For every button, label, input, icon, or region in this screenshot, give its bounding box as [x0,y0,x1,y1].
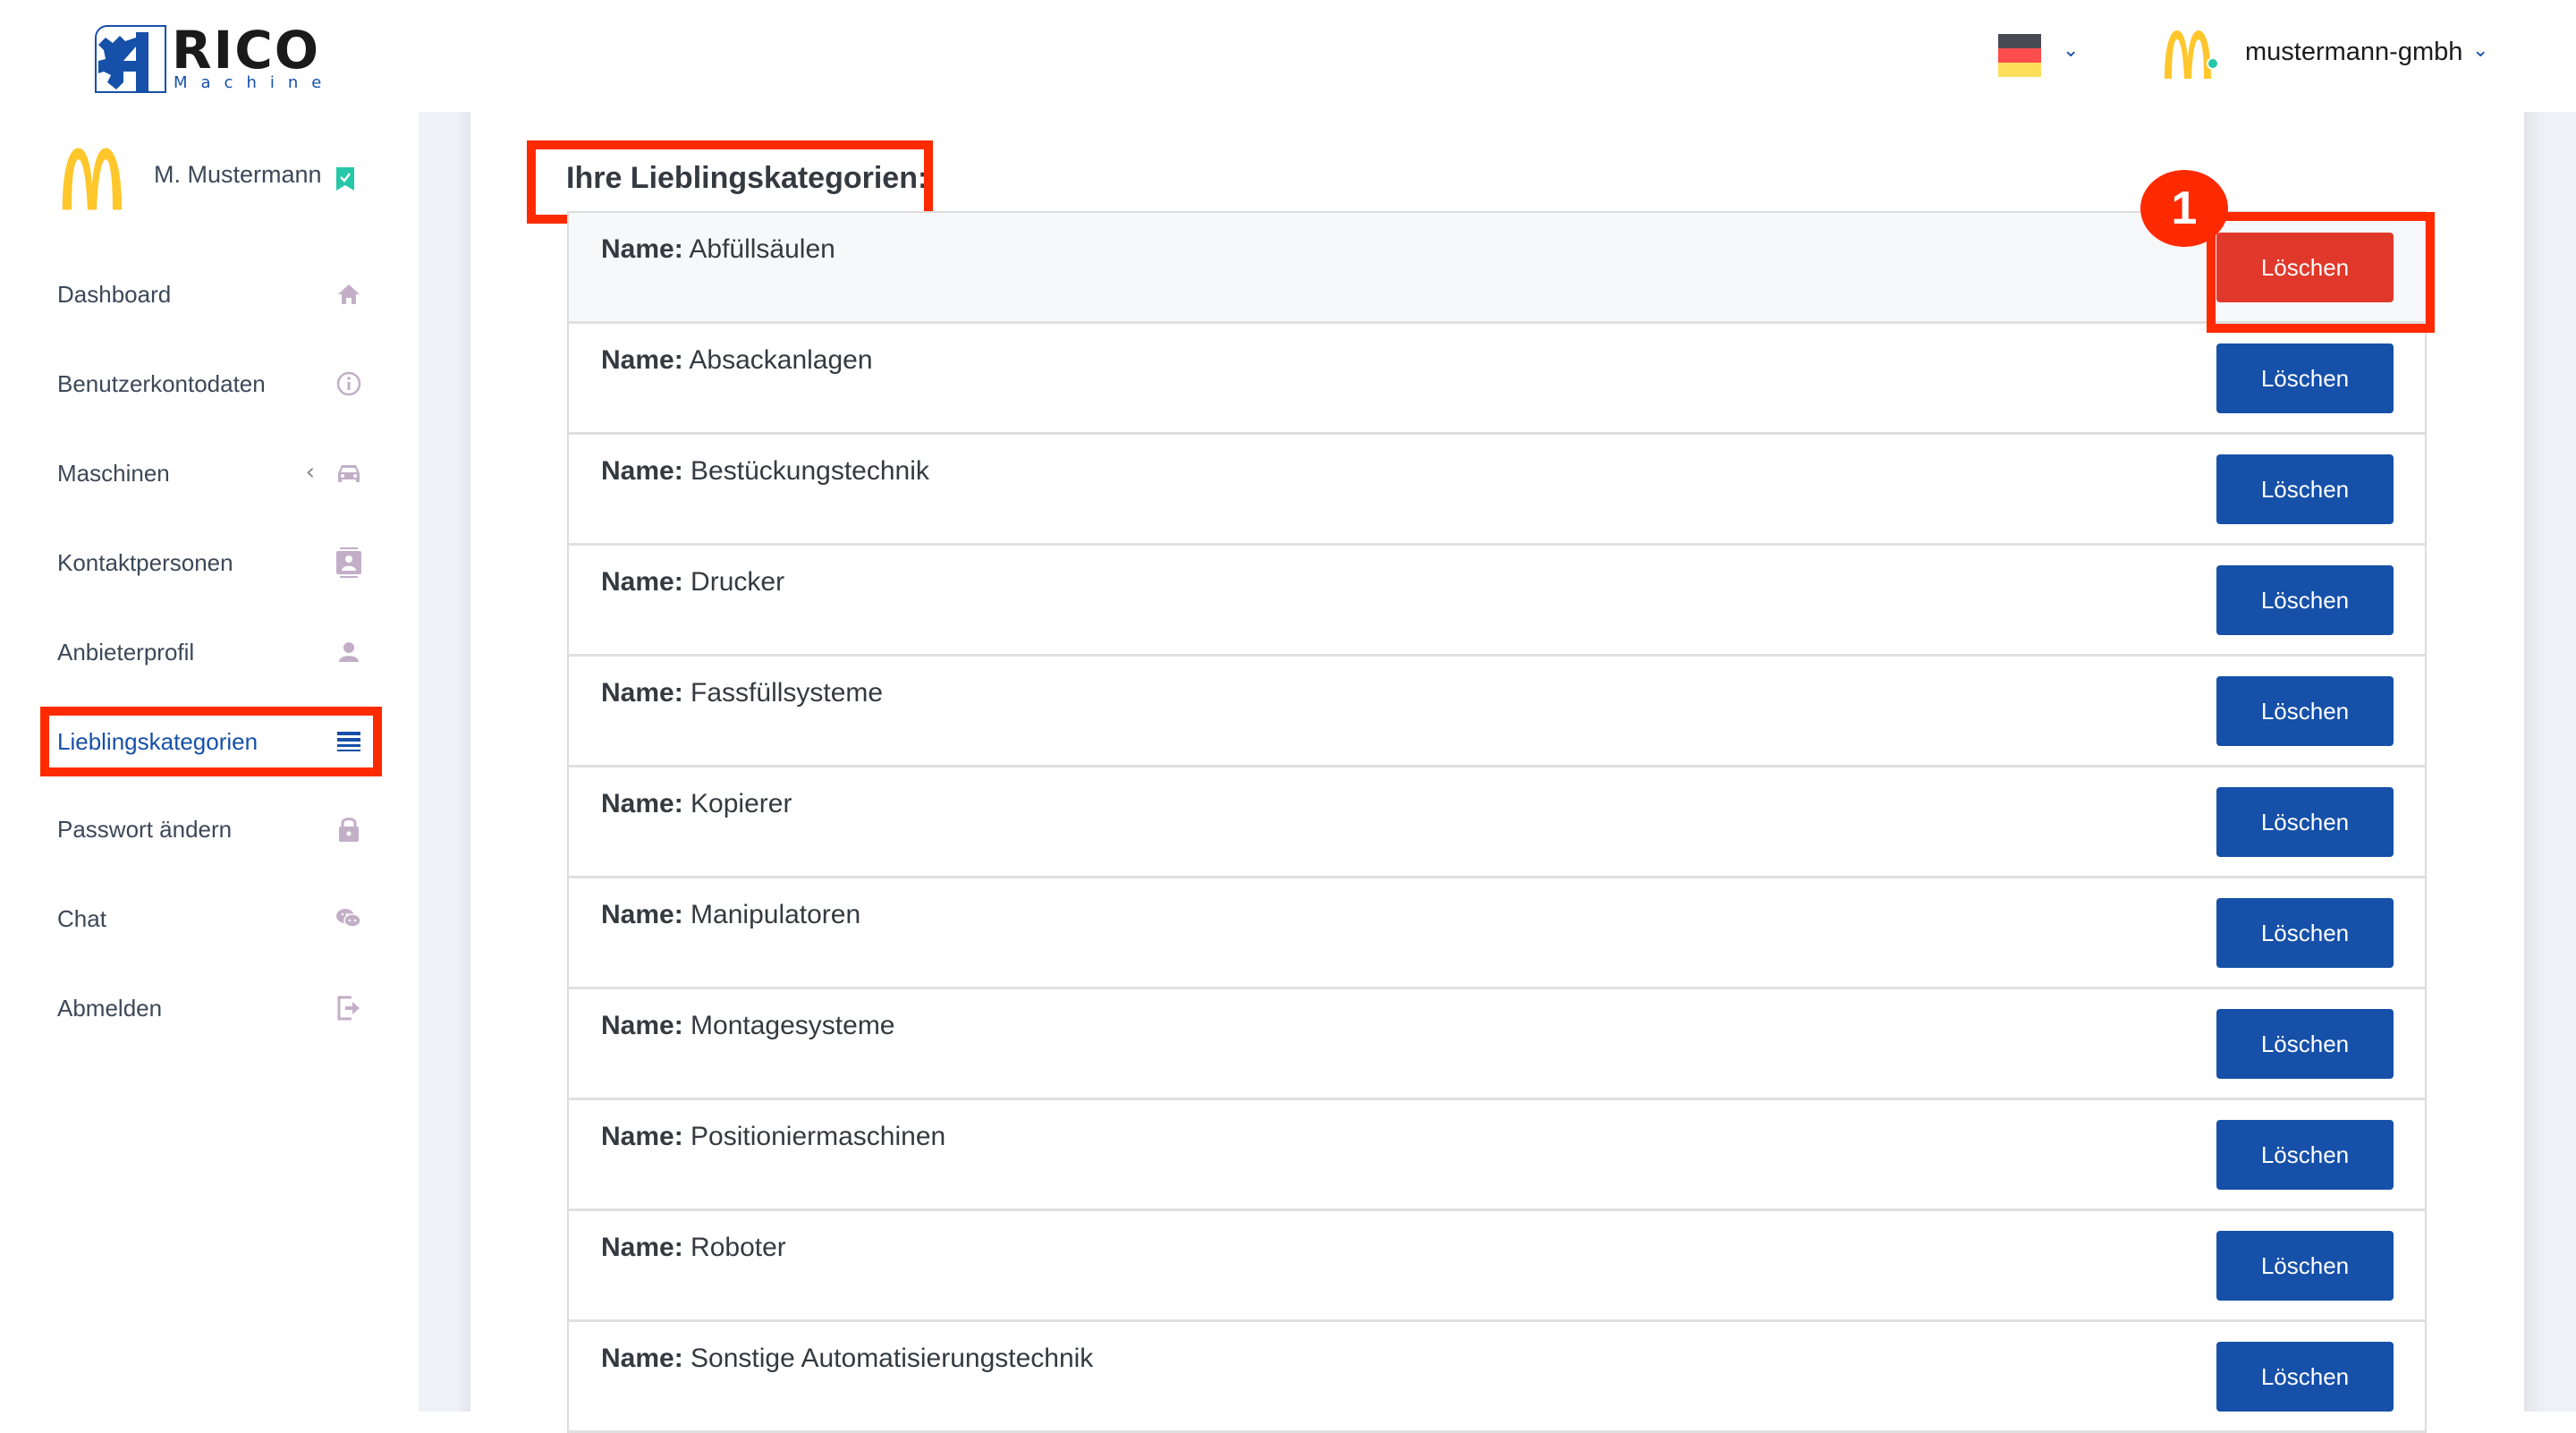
category-name: Sonstige Automatisierungstechnik [691,1344,1094,1373]
info-icon [336,371,361,396]
sidebar-item-label: Kontaktpersonen [57,548,233,576]
annotation-highlight-delete-button [2207,212,2435,333]
category-label: Name: Positioniermaschinen [601,1122,945,1152]
car-icon [336,461,361,486]
delete-category-button[interactable]: Löschen [2216,1009,2394,1079]
sidebar-item-label: Passwort ändern [57,815,233,843]
delete-category-button[interactable]: Löschen [2216,1342,2394,1412]
category-label: Name: Abfüllsäulen [601,234,835,265]
account-name[interactable]: mustermann-gmbh [2245,38,2462,67]
category-label: Name: Bestückungstechnik [601,456,929,487]
category-row: Name: Montagesysteme Löschen [569,989,2425,1100]
favorite-categories-list: Name: Abfüllsäulen Löschen Name: Absacka… [567,211,2427,1433]
logout-icon [336,996,361,1021]
name-prefix: Name: [601,345,683,375]
category-name: Fassfüllsysteme [691,678,884,708]
sidebar-item-anbieterprofil[interactable]: Anbieterprofil [57,625,361,679]
category-label: Name: Sonstige Automatisierungstechnik [601,1344,1093,1374]
content-gutter-right [2524,112,2576,1412]
category-row: Name: Drucker Löschen [569,546,2425,657]
category-row: Name: Positioniermaschinen Löschen [569,1100,2425,1211]
name-prefix: Name: [601,567,683,597]
delete-category-button[interactable]: Löschen [2216,1120,2394,1190]
sidebar-item-kontaktpersonen[interactable]: Kontaktpersonen [57,536,361,589]
sidebar-item-abmelden[interactable]: Abmelden [57,981,361,1035]
sidebar-item-maschinen[interactable]: Maschinen ‹ [57,446,361,500]
category-name: Manipulatoren [691,900,861,929]
category-row: Name: Roboter Löschen [569,1211,2425,1322]
delete-category-button[interactable]: Löschen [2216,1231,2394,1301]
name-prefix: Name: [601,1233,683,1262]
category-name: Absackanlagen [689,345,873,375]
category-name: Roboter [691,1233,786,1262]
sidebar-item-label: Chat [57,904,106,932]
category-name: Montagesysteme [691,1011,895,1040]
annotation-step-badge: 1 [2140,170,2228,247]
name-prefix: Name: [601,456,683,486]
sidebar-item-label: Anbieterprofil [57,638,195,666]
top-bar: RICO Machine ⌄ mustermann-gmbh ⌄ [0,0,2576,112]
sidebar-item-passwort-aendern[interactable]: Passwort ändern [57,802,361,856]
category-label: Name: Absackanlagen [601,345,873,376]
sidebar-item-label: Benutzerkontodaten [57,369,266,397]
sidebar-item-chat[interactable]: Chat [57,892,361,945]
name-prefix: Name: [601,678,683,708]
sidebar-item-dashboard[interactable]: Dashboard [57,267,361,321]
category-label: Name: Montagesysteme [601,1011,895,1041]
sidebar-item-label: Dashboard [57,280,172,308]
delete-category-button[interactable]: Löschen [2216,676,2394,746]
sidebar-item-benutzerkontodaten[interactable]: Benutzerkontodaten [57,357,361,411]
category-row: Name: Abfüllsäulen Löschen [569,213,2425,324]
logo[interactable]: RICO Machine [95,20,321,95]
name-prefix: Name: [601,900,683,929]
category-row: Name: Manipulatoren Löschen [569,878,2425,989]
lock-icon [336,817,361,842]
annotation-highlight-sidebar [40,707,382,776]
logo-wordmark: RICO [172,20,321,81]
name-prefix: Name: [601,789,683,818]
contact-card-icon [336,547,361,578]
chat-icon [336,906,361,931]
name-prefix: Name: [601,1122,683,1151]
category-name: Bestückungstechnik [691,456,929,486]
profile-name: M. Mustermann [154,161,322,188]
home-icon [336,282,361,307]
category-label: Name: Manipulatoren [601,900,860,930]
category-label: Name: Kopierer [601,789,792,819]
verified-bookmark-icon [336,167,354,191]
name-prefix: Name: [601,234,683,264]
category-name: Abfüllsäulen [689,234,835,264]
chevron-down-icon[interactable]: ⌄ [2063,39,2079,62]
delete-category-button[interactable]: Löschen [2216,565,2394,635]
category-name: Positioniermaschinen [691,1122,946,1151]
name-prefix: Name: [601,1011,683,1040]
language-selector[interactable] [1998,34,2041,77]
sidebar-item-label: Maschinen [57,459,170,487]
category-label: Name: Drucker [601,567,784,598]
category-row: Name: Kopierer Löschen [569,767,2425,878]
name-prefix: Name: [601,1344,683,1373]
delete-category-button[interactable]: Löschen [2216,787,2394,857]
gear-logo-icon [95,25,166,93]
online-status-dot [2207,57,2219,70]
delete-category-button[interactable]: Löschen [2216,343,2394,413]
profile-avatar [55,146,129,212]
delete-category-button[interactable]: Löschen [2216,898,2394,968]
account-chevron-down-icon[interactable]: ⌄ [2472,39,2488,62]
category-row: Name: Fassfüllsysteme Löschen [569,657,2425,767]
user-icon [336,640,361,665]
chevron-left-icon[interactable]: ‹ [306,459,315,486]
content-gutter-left [419,112,470,1412]
category-label: Name: Fassfüllsysteme [601,678,883,708]
sidebar-item-label: Abmelden [57,994,163,1022]
category-name: Drucker [691,567,785,597]
logo-subtitle: Machine [174,73,335,92]
delete-category-button[interactable]: Löschen [2216,454,2394,524]
category-row: Name: Sonstige Automatisierungstechnik L… [569,1322,2425,1433]
account-avatar[interactable] [2161,29,2215,81]
category-label: Name: Roboter [601,1233,786,1263]
category-row: Name: Absackanlagen Löschen [569,324,2425,435]
category-row: Name: Bestückungstechnik Löschen [569,435,2425,546]
category-name: Kopierer [691,789,792,818]
